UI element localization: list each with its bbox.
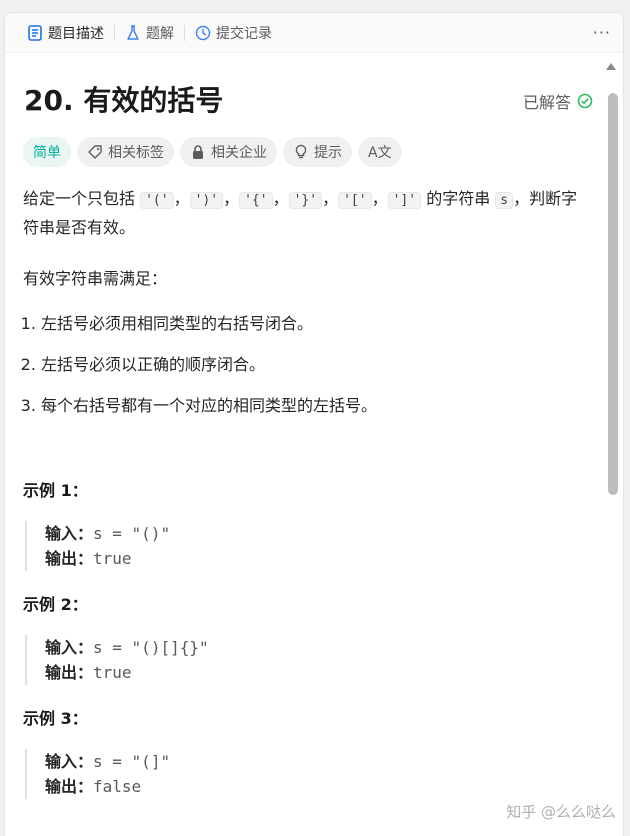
list-item: 左括号必须以正确的顺序闭合。	[41, 354, 587, 376]
example-block: 输入：s = "(]" 输出：false	[25, 749, 587, 799]
example-input: 输入：s = "(]"	[45, 749, 587, 774]
input-label: 输入：	[45, 524, 94, 543]
output-value: false	[93, 777, 142, 796]
example-title: 示例 2：	[23, 595, 88, 614]
flask-icon	[125, 24, 141, 41]
rules-list: 左括号必须用相同类型的右括号闭合。 左括号必须以正确的顺序闭合。 每个右括号都有…	[23, 313, 587, 417]
desc-separator: ，	[173, 189, 190, 208]
tab-description-label: 题目描述	[48, 25, 104, 42]
translate-button[interactable]: A文	[358, 137, 402, 167]
watermark: 知乎 @么么哒么	[506, 803, 616, 821]
tag-row: 简单 相关标签 相关企业 提示 A文	[23, 137, 587, 167]
desc-text: 的字符串	[426, 189, 491, 208]
input-value: s = "()[]{}"	[93, 638, 209, 657]
more-options-icon[interactable]: ···	[593, 23, 611, 42]
title-row: 20. 有效的括号 已解答	[23, 53, 593, 127]
related-tags-button[interactable]: 相关标签	[77, 137, 174, 167]
tab-description[interactable]: 题目描述	[17, 13, 114, 53]
tag-icon	[87, 144, 103, 160]
problem-description: 给定一个只包括 '('， ')'， '{'， '}'， '['， ']' 的字符串 s ，判…	[23, 185, 587, 241]
code-chip: '('	[140, 192, 174, 209]
input-value: s = "(]"	[93, 752, 171, 771]
document-icon	[27, 24, 43, 41]
scrollbar-thumb[interactable]	[608, 93, 618, 495]
example-output: 输出：true	[45, 546, 587, 571]
desc-separator: ，	[371, 189, 388, 208]
tab-submissions-label: 提交记录	[216, 25, 272, 42]
output-value: true	[93, 663, 132, 682]
problem-title[interactable]: 20. 有效的括号	[24, 79, 223, 119]
lightbulb-icon	[293, 144, 309, 160]
hints-label: 提示	[314, 145, 342, 161]
problem-content: 20. 有效的括号 已解答 简单 相关标签 相关企业 提示 A文 给定一个只包括…	[5, 53, 605, 836]
problem-panel: 题目描述 题解 提交记录 ··· 20. 有效的括号 已解答 简单 相关标签 相…	[4, 12, 624, 836]
requirement-text: 有效字符串需满足：	[23, 269, 168, 288]
output-label: 输出：	[45, 663, 94, 682]
tab-solutions-label: 题解	[146, 25, 174, 42]
example-2: 示例 2： 输入：s = "()[]{}" 输出：true	[23, 591, 587, 685]
example-input: 输入：s = "()"	[45, 521, 587, 546]
desc-separator: ，	[223, 189, 240, 208]
related-tags-label: 相关标签	[108, 145, 164, 161]
difficulty-badge[interactable]: 简单	[23, 137, 71, 167]
input-label: 输入：	[45, 752, 94, 771]
related-companies-label: 相关企业	[211, 145, 267, 161]
example-output: 输出：true	[45, 660, 587, 685]
example-3: 示例 3： 输入：s = "(]" 输出：false	[23, 705, 587, 799]
tab-solutions[interactable]: 题解	[115, 13, 184, 53]
solved-status: 已解答	[523, 89, 593, 113]
translate-icon: A文	[368, 145, 392, 161]
history-icon	[195, 25, 211, 41]
example-block: 输入：s = "()" 输出：true	[25, 521, 587, 571]
code-chip: '{'	[239, 192, 273, 209]
desc-separator: ，	[272, 189, 289, 208]
lock-icon	[190, 144, 206, 160]
code-chip: s	[495, 192, 514, 209]
input-value: s = "()"	[93, 524, 171, 543]
code-chip: ']'	[387, 192, 422, 209]
code-chip: ')'	[189, 192, 224, 209]
difficulty-label: 简单	[33, 145, 61, 161]
example-title: 示例 3：	[23, 709, 88, 728]
check-circle-icon	[577, 93, 593, 109]
example-1: 示例 1： 输入：s = "()" 输出：true	[23, 477, 587, 571]
desc-text: 给定一个只包括	[23, 189, 136, 208]
desc-separator: ，	[322, 189, 339, 208]
solved-label: 已解答	[522, 93, 571, 112]
example-title: 示例 1：	[23, 481, 88, 500]
scroll-up-arrow-icon[interactable]	[606, 63, 616, 70]
output-label: 输出：	[45, 777, 94, 796]
example-block: 输入：s = "()[]{}" 输出：true	[25, 635, 587, 685]
tab-submissions[interactable]: 提交记录	[185, 13, 282, 53]
example-input: 输入：s = "()[]{}"	[45, 635, 587, 660]
output-label: 输出：	[45, 549, 94, 568]
list-item: 每个右括号都有一个对应的相同类型的左括号。	[41, 395, 587, 417]
related-companies-button[interactable]: 相关企业	[180, 137, 277, 167]
list-item: 左括号必须用相同类型的右括号闭合。	[41, 313, 587, 335]
code-chip: '}'	[288, 192, 323, 209]
tab-bar: 题目描述 题解 提交记录 ···	[5, 13, 623, 53]
code-chip: '['	[338, 192, 372, 209]
output-value: true	[93, 549, 132, 568]
hints-button[interactable]: 提示	[283, 137, 352, 167]
input-label: 输入：	[45, 638, 94, 657]
example-output: 输出：false	[45, 774, 587, 799]
